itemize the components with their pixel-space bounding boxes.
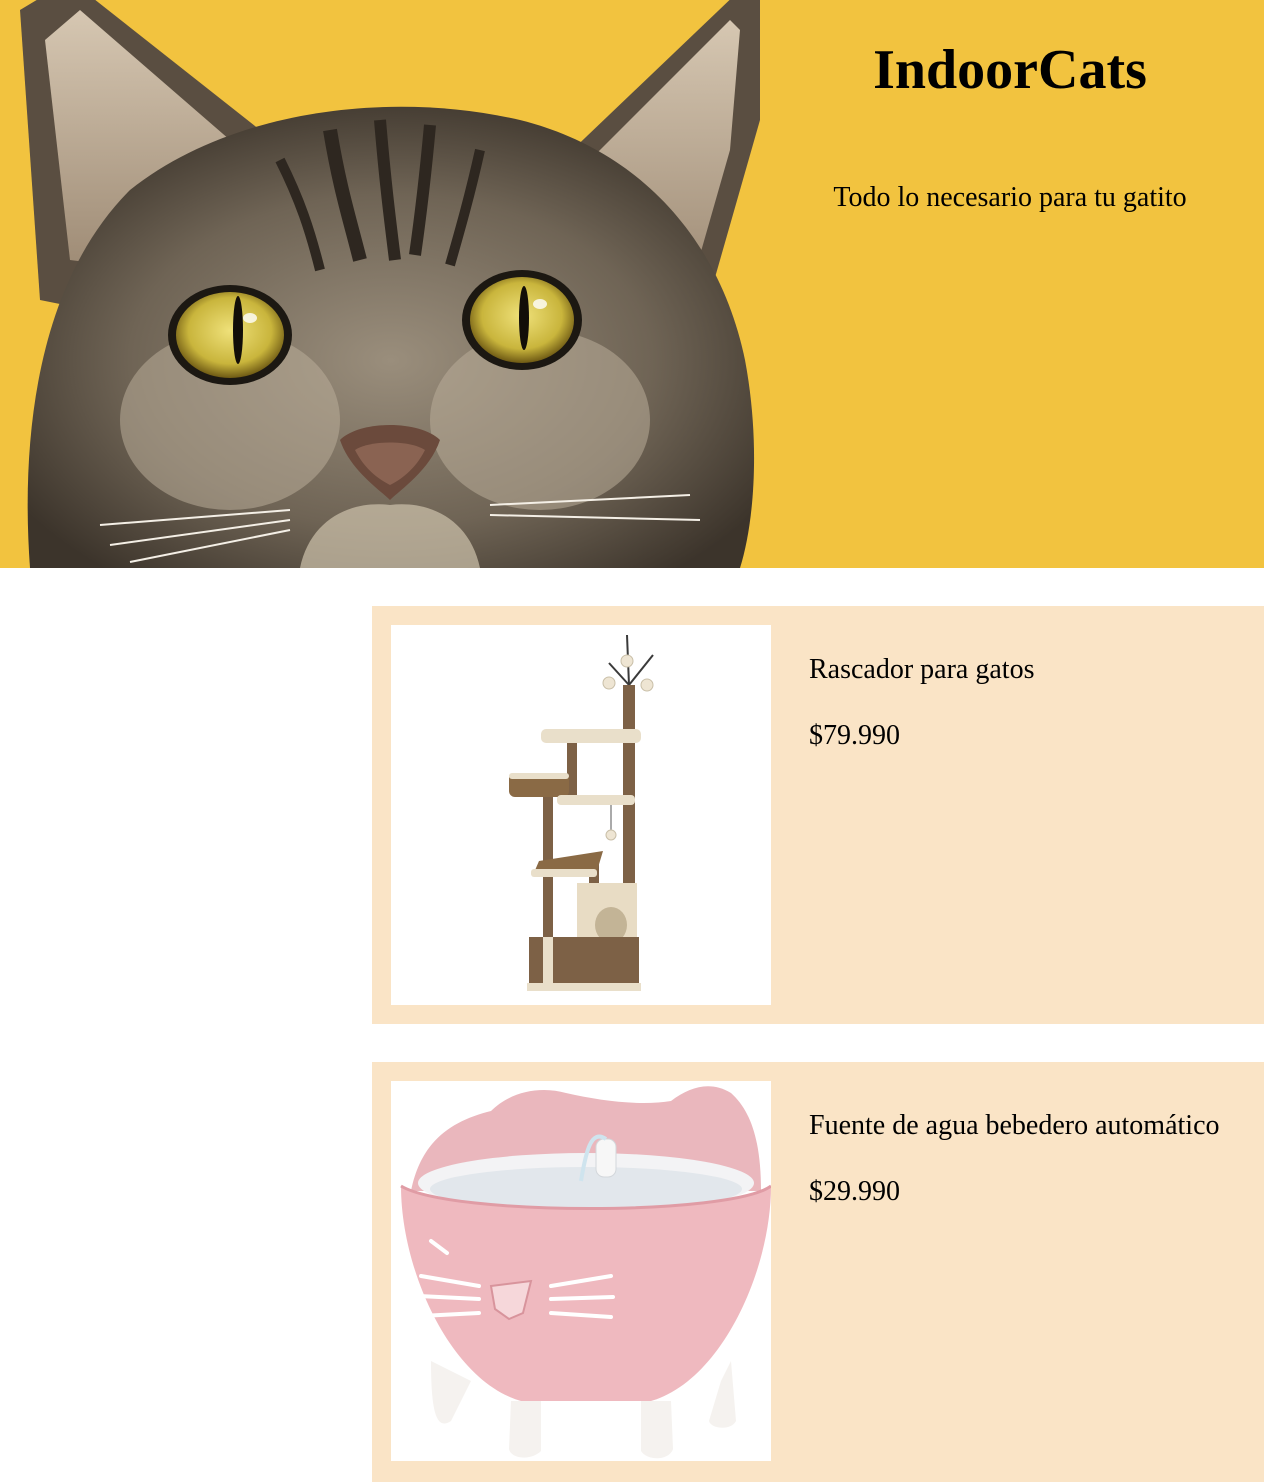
product-price: $29.990: [809, 1176, 900, 1207]
product-card[interactable]: Rascador para gatos $79.990: [372, 606, 1264, 1024]
hero-cat-image: [20, 0, 760, 568]
product-price: $79.990: [809, 720, 900, 751]
product-image-water-fountain[interactable]: [391, 1081, 771, 1461]
site-tagline: Todo lo necesario para tu gatito: [833, 182, 1187, 213]
hero-banner: IndoorCats Todo lo necesario para tu gat…: [0, 0, 1264, 568]
product-name[interactable]: Fuente de agua bebedero automático: [809, 1110, 1220, 1142]
product-name[interactable]: Rascador para gatos: [809, 654, 1034, 686]
product-image-cat-tree[interactable]: [391, 625, 771, 1005]
site-title: IndoorCats: [873, 39, 1147, 101]
product-card[interactable]: Fuente de agua bebedero automático $29.9…: [372, 1062, 1264, 1482]
